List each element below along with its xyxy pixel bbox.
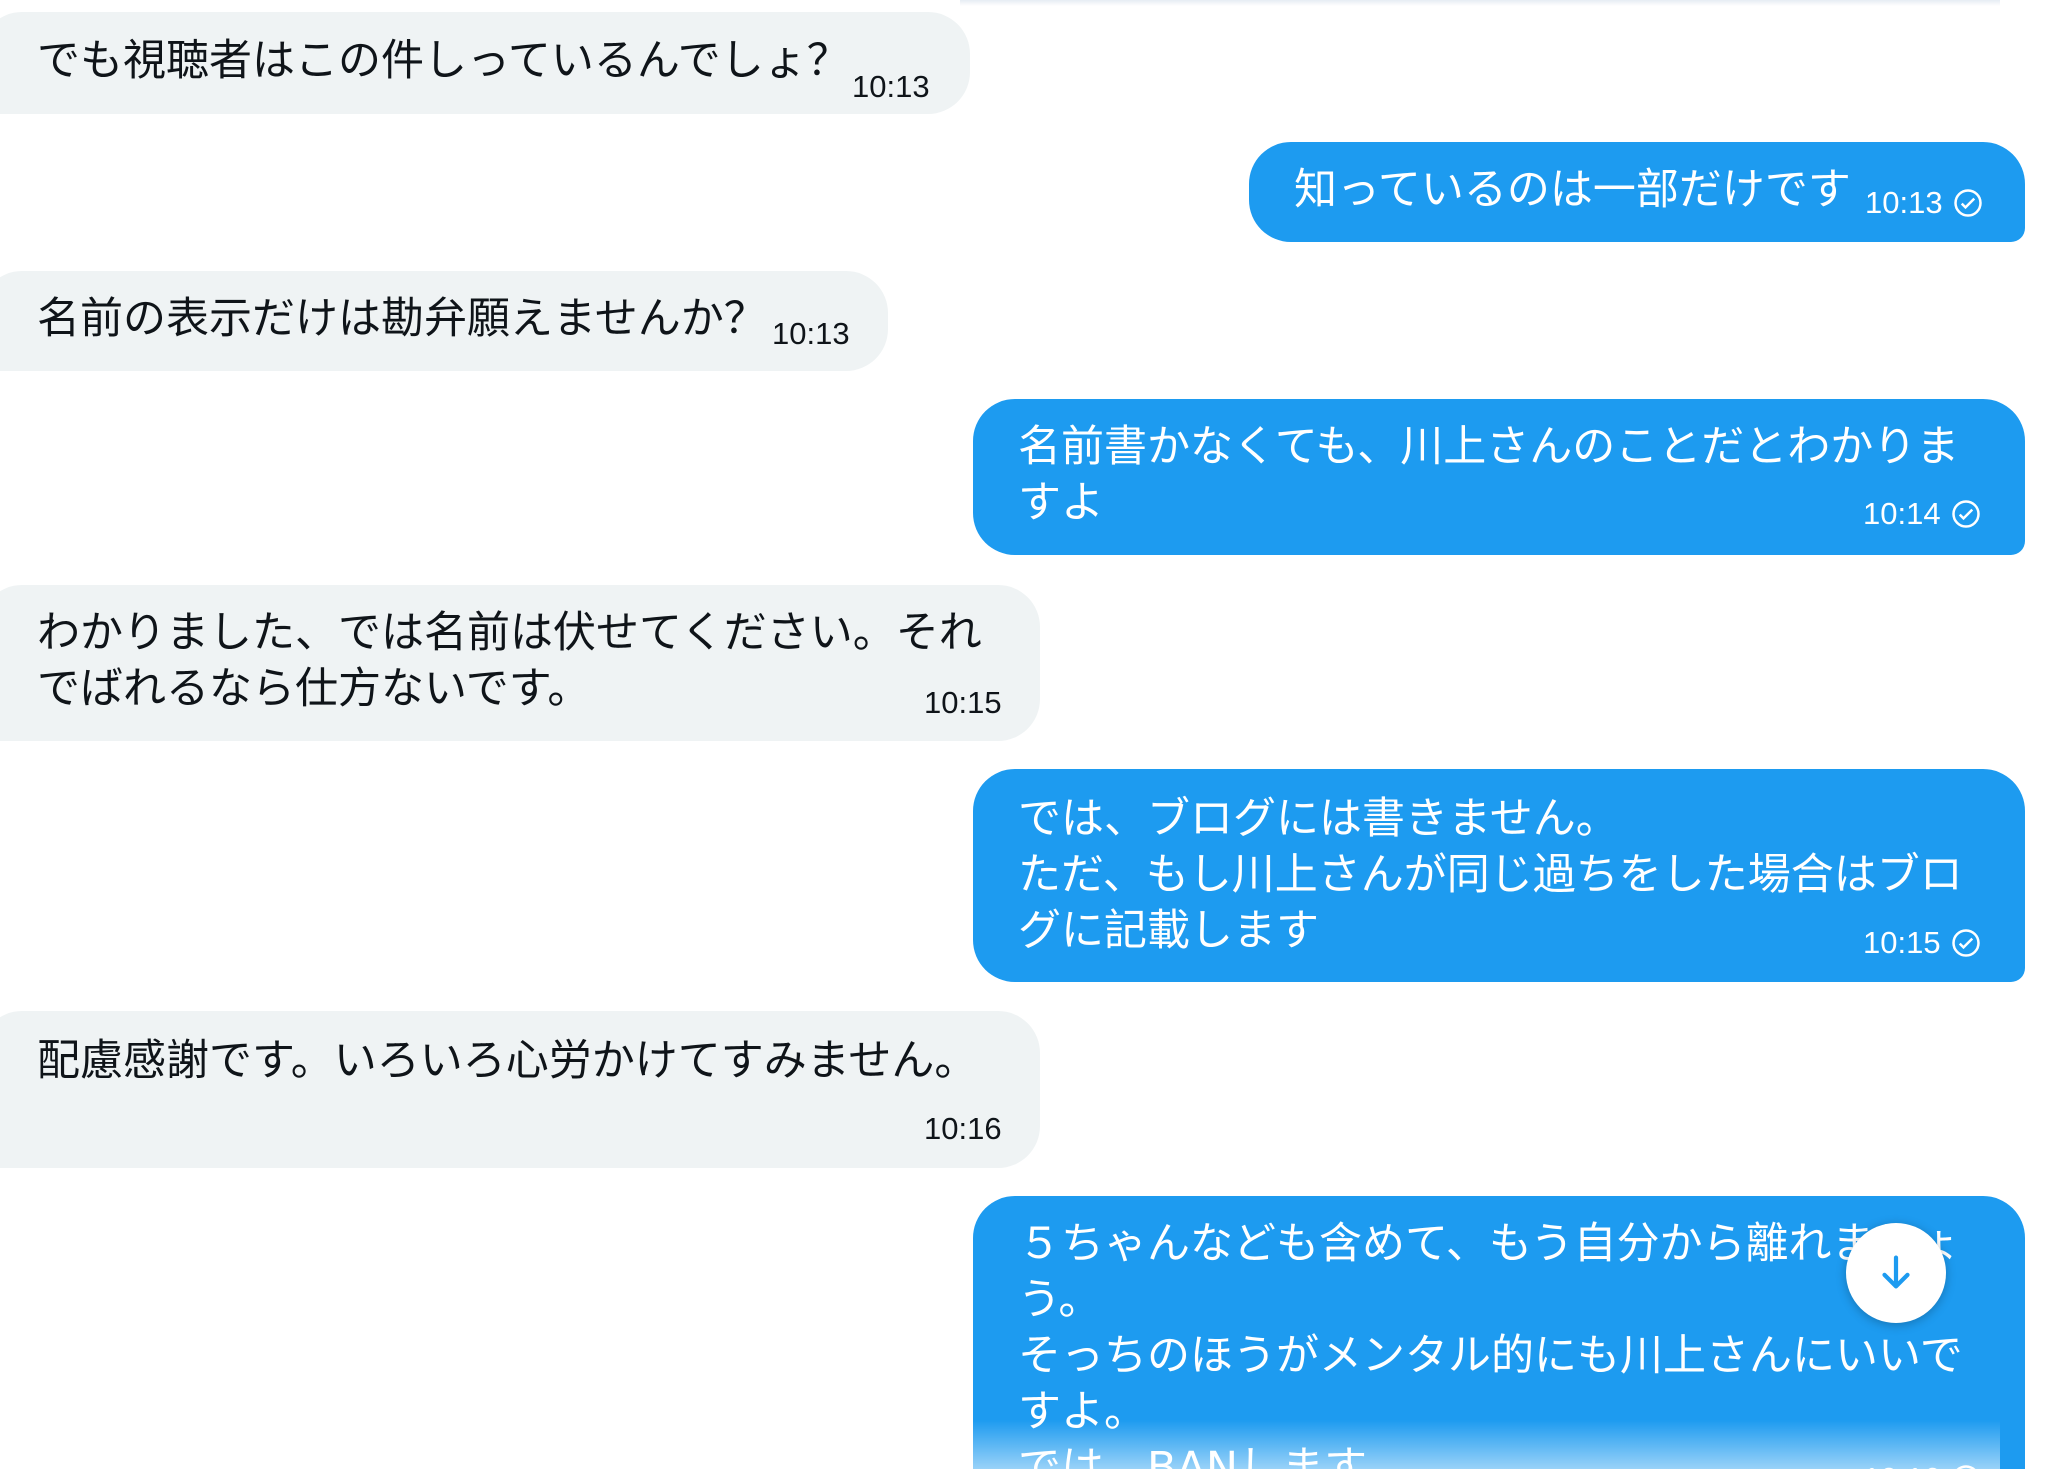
check-circle-icon — [1956, 1465, 1976, 1469]
top-shadow — [960, 0, 2000, 6]
scroll-to-bottom-button[interactable] — [1846, 1223, 1946, 1323]
message-incoming[interactable]: わかりました、では名前は伏せてください。それ でばれるなら仕方ないです。 10:… — [0, 585, 1040, 741]
message-timestamp: 10:13 — [772, 316, 850, 351]
message-incoming[interactable]: 名前の表示だけは勘弁願えませんか？ 10:13 — [0, 271, 888, 371]
message-outgoing[interactable]: 名前書かなくても、川上さんのことだとわかりま すよ 10:14 — [973, 399, 2025, 555]
check-circle-icon — [1953, 189, 1982, 217]
message-outgoing[interactable]: 知っているのは一部だけです 10:13 — [1249, 142, 2025, 242]
message-timestamp: 10:13 — [852, 69, 930, 104]
message-timestamp: 10:15 — [1863, 925, 1981, 961]
message-outgoing[interactable]: では、ブログには書きません。 ただ、もし川上さんが同じ過ちをした場合はブロ グに… — [973, 769, 2025, 982]
message-timestamp: 10:14 — [1863, 496, 1981, 532]
message-text: ５ちゃんなども含めて、もう自分から離れましょ う。 そっちのほうがメンタル的にも… — [1018, 1219, 1963, 1469]
message-text: 知っているのは一部だけです — [1294, 165, 1851, 215]
message-timestamp: 10:13 — [1865, 185, 1983, 221]
message-text: でも視聴者はこの件しっているんでしょ？ — [37, 36, 850, 86]
message-text: 名前の表示だけは勘弁願えませんか？ — [37, 294, 767, 344]
message-timestamp: 10:16 — [1863, 1461, 1981, 1469]
message-incoming[interactable]: でも視聴者はこの件しっているんでしょ？ 10:13 — [0, 12, 970, 114]
message-text: 配慮感謝です。いろいろ心労かけてすみません。 — [37, 1036, 978, 1086]
message-text: わかりました、では名前は伏せてください。それ でばれるなら仕方ないです。 — [37, 608, 982, 714]
message-timestamp: 10:15 — [924, 685, 1002, 720]
message-text: では、ブログには書きません。 ただ、もし川上さんが同じ過ちをした場合はブロ グに… — [1018, 794, 1963, 956]
check-circle-icon — [1951, 929, 1980, 957]
message-thread[interactable]: でも視聴者はこの件しっているんでしょ？ 10:13 知っているのは一部だけです … — [0, 0, 2046, 1469]
message-incoming[interactable]: 配慮感謝です。いろいろ心労かけてすみません。 10:16 — [0, 1011, 1040, 1168]
check-circle-icon — [1951, 500, 1980, 528]
arrow-down-icon — [1882, 1255, 1910, 1289]
message-text: 名前書かなくても、川上さんのことだとわかりま すよ — [1018, 422, 1960, 528]
message-timestamp: 10:16 — [924, 1111, 1002, 1146]
